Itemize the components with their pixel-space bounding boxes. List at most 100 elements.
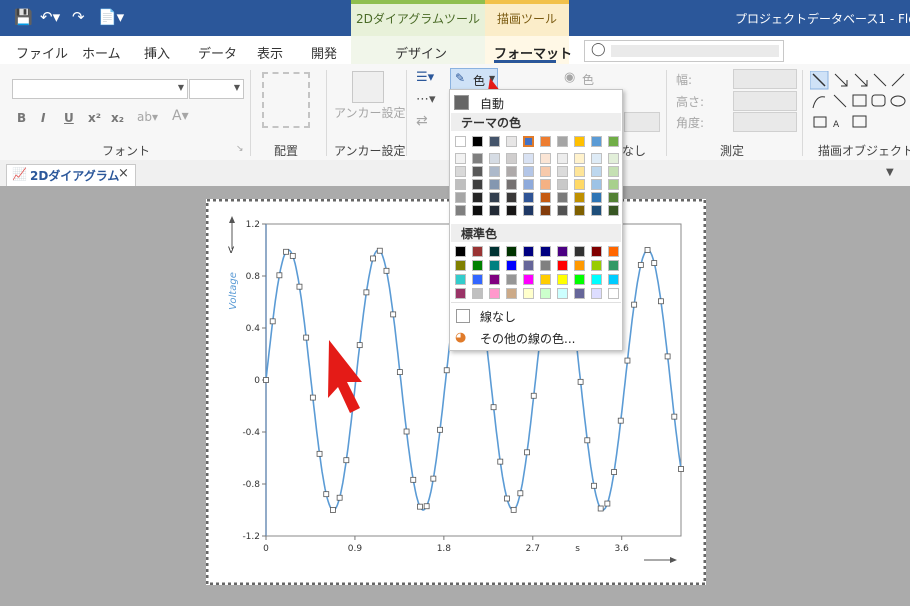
- theme-shade-swatch[interactable]: [506, 192, 517, 203]
- standard-swatch[interactable]: [557, 274, 568, 285]
- theme-swatch[interactable]: [574, 136, 585, 147]
- document-tab-label[interactable]: 2Dダイアグラム: [30, 167, 119, 184]
- tell-me-search[interactable]: ◯: [584, 40, 784, 62]
- standard-swatch[interactable]: [506, 260, 517, 271]
- theme-shade-swatch[interactable]: [455, 179, 466, 190]
- theme-shade-swatch[interactable]: [489, 166, 500, 177]
- new-document-icon[interactable]: 📄▾: [98, 8, 124, 26]
- standard-swatch[interactable]: [591, 246, 602, 257]
- standard-swatch[interactable]: [608, 246, 619, 257]
- standard-swatch[interactable]: [574, 274, 585, 285]
- standard-swatch[interactable]: [472, 288, 483, 299]
- more-line-colors-item[interactable]: その他の線の色...: [480, 330, 575, 347]
- theme-shade-swatch[interactable]: [455, 166, 466, 177]
- standard-swatch[interactable]: [489, 260, 500, 271]
- standard-swatch[interactable]: [472, 260, 483, 271]
- undo-icon[interactable]: ↶▾: [40, 8, 60, 26]
- tab-developer[interactable]: 開発: [311, 43, 337, 62]
- theme-swatch[interactable]: [489, 136, 500, 147]
- theme-shade-swatch[interactable]: [506, 166, 517, 177]
- standard-swatch[interactable]: [489, 288, 500, 299]
- theme-shade-swatch[interactable]: [506, 153, 517, 164]
- fill-bucket-icon[interactable]: ◉: [564, 70, 575, 85]
- standard-swatch[interactable]: [523, 274, 534, 285]
- tab-file[interactable]: ファイル: [16, 43, 68, 62]
- theme-shade-swatch[interactable]: [455, 153, 466, 164]
- theme-shade-swatch[interactable]: [523, 205, 534, 216]
- standard-swatch[interactable]: [540, 288, 551, 299]
- standard-swatch[interactable]: [574, 288, 585, 299]
- dialog-launcher-icon[interactable]: ↘: [236, 144, 244, 154]
- theme-shade-swatch[interactable]: [591, 205, 602, 216]
- theme-shade-swatch[interactable]: [472, 153, 483, 164]
- height-input[interactable]: [733, 91, 797, 111]
- theme-shade-swatch[interactable]: [540, 153, 551, 164]
- auto-color-item[interactable]: 自動: [480, 95, 504, 112]
- theme-shade-swatch[interactable]: [506, 179, 517, 190]
- standard-swatch[interactable]: [455, 246, 466, 257]
- theme-shade-swatch[interactable]: [472, 205, 483, 216]
- anchor-button[interactable]: アンカー設定: [334, 104, 406, 121]
- angle-input[interactable]: [733, 112, 797, 132]
- theme-shade-swatch[interactable]: [608, 153, 619, 164]
- theme-shade-swatch[interactable]: [557, 192, 568, 203]
- highlight-icon[interactable]: ab▾: [137, 110, 158, 124]
- auto-color-swatch[interactable]: [454, 95, 469, 110]
- standard-swatch[interactable]: [523, 260, 534, 271]
- theme-swatch[interactable]: [455, 136, 466, 147]
- standard-swatch[interactable]: [540, 246, 551, 257]
- theme-shade-swatch[interactable]: [557, 179, 568, 190]
- theme-shade-swatch[interactable]: [540, 166, 551, 177]
- theme-shade-swatch[interactable]: [523, 179, 534, 190]
- standard-swatch[interactable]: [455, 260, 466, 271]
- fill-style-combo[interactable]: [624, 112, 660, 132]
- theme-shade-swatch[interactable]: [523, 153, 534, 164]
- fill-color-button[interactable]: 色: [582, 71, 594, 88]
- subscript-button[interactable]: x₂: [111, 111, 124, 125]
- theme-shade-swatch[interactable]: [574, 166, 585, 177]
- theme-shade-swatch[interactable]: [472, 192, 483, 203]
- standard-swatch[interactable]: [591, 260, 602, 271]
- theme-shade-swatch[interactable]: [574, 192, 585, 203]
- theme-shade-swatch[interactable]: [540, 192, 551, 203]
- theme-shade-swatch[interactable]: [472, 166, 483, 177]
- italic-button[interactable]: I: [41, 111, 45, 125]
- theme-shade-swatch[interactable]: [540, 179, 551, 190]
- shape-gallery[interactable]: A: [809, 70, 906, 131]
- redo-icon[interactable]: ↷: [72, 8, 85, 26]
- standard-swatch[interactable]: [523, 246, 534, 257]
- theme-shade-swatch[interactable]: [574, 179, 585, 190]
- standard-swatch[interactable]: [591, 288, 602, 299]
- tab-insert[interactable]: 挿入: [144, 43, 170, 62]
- theme-swatch[interactable]: [608, 136, 619, 147]
- theme-shade-swatch[interactable]: [557, 205, 568, 216]
- theme-shade-swatch[interactable]: [540, 205, 551, 216]
- theme-swatch[interactable]: [557, 136, 568, 147]
- standard-swatch[interactable]: [472, 274, 483, 285]
- line-dash-icon[interactable]: ⋯▾: [416, 92, 436, 107]
- font-color-icon[interactable]: A▾: [172, 108, 189, 124]
- width-input[interactable]: [733, 69, 797, 89]
- theme-shade-swatch[interactable]: [591, 179, 602, 190]
- bold-button[interactable]: B: [17, 111, 26, 125]
- theme-swatch[interactable]: [591, 136, 602, 147]
- tab-list-chevron-icon[interactable]: ▼: [886, 167, 894, 178]
- no-line-item[interactable]: 線なし: [480, 308, 516, 325]
- theme-shade-swatch[interactable]: [523, 166, 534, 177]
- arrow-style-icon[interactable]: ⇄: [416, 113, 428, 129]
- standard-swatch[interactable]: [506, 274, 517, 285]
- theme-shade-swatch[interactable]: [608, 192, 619, 203]
- theme-shade-swatch[interactable]: [489, 153, 500, 164]
- theme-shade-swatch[interactable]: [557, 153, 568, 164]
- theme-shade-swatch[interactable]: [574, 205, 585, 216]
- standard-swatch[interactable]: [540, 260, 551, 271]
- theme-shade-swatch[interactable]: [557, 166, 568, 177]
- standard-swatch[interactable]: [608, 260, 619, 271]
- theme-swatch[interactable]: [540, 136, 551, 147]
- theme-shade-swatch[interactable]: [489, 205, 500, 216]
- close-icon[interactable]: ×: [118, 166, 129, 181]
- tab-data[interactable]: データ: [198, 43, 237, 62]
- standard-swatch[interactable]: [523, 288, 534, 299]
- theme-shade-swatch[interactable]: [455, 205, 466, 216]
- save-icon[interactable]: 💾: [14, 8, 33, 26]
